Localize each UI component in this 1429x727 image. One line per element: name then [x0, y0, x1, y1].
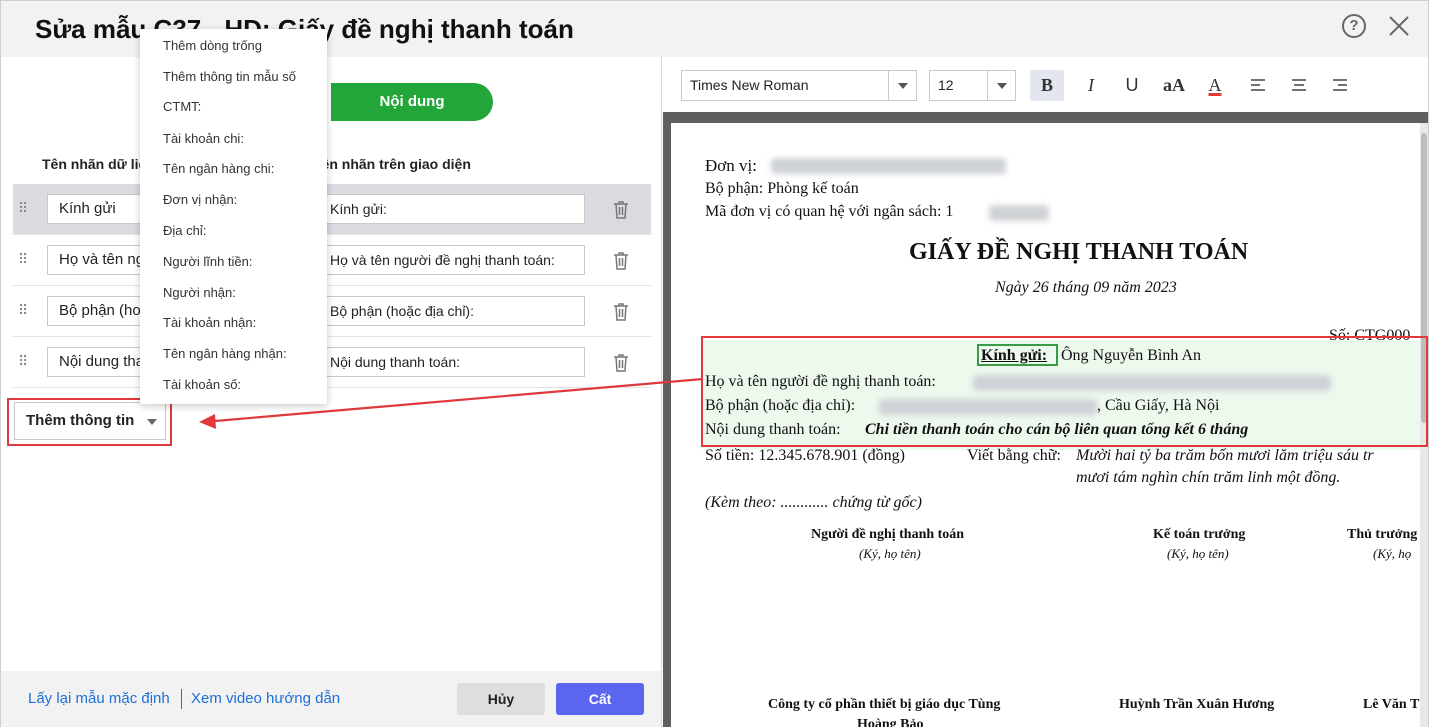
text-case-button[interactable]: aA: [1157, 70, 1191, 101]
trash-icon[interactable]: [612, 302, 630, 322]
menu-item[interactable]: Tài khoản nhận:: [163, 315, 256, 330]
ui-label-field[interactable]: Nội dung thanh toán:: [319, 347, 585, 377]
amount-words-label: Viết bằng chữ:: [967, 447, 1061, 464]
font-size-select[interactable]: 12: [929, 70, 1016, 101]
align-right-icon[interactable]: [1323, 70, 1357, 101]
menu-item[interactable]: Địa chỉ:: [163, 223, 206, 238]
drag-handle-icon[interactable]: ⠿: [18, 252, 30, 266]
video-guide-link[interactable]: Xem video hướng dẫn: [191, 690, 340, 707]
footer: Lấy lại mẫu mặc định Xem video hướng dẫn…: [1, 671, 661, 727]
tab-content[interactable]: Nội dung: [331, 83, 493, 121]
save-button[interactable]: Cất: [556, 683, 644, 715]
underline-button[interactable]: U: [1115, 70, 1149, 101]
italic-button[interactable]: I: [1074, 70, 1108, 101]
signature-title: Kế toán trưởng: [1153, 527, 1246, 542]
menu-item[interactable]: Tài khoản số:: [163, 377, 241, 392]
drag-handle-icon[interactable]: ⠿: [18, 303, 30, 317]
column-header-ui-label: Tên nhãn trên giao diện: [313, 156, 471, 172]
left-panel: Nội dung Tên nhãn dữ liệu Tên nhãn trên …: [1, 57, 662, 727]
amount-words-value: Mười hai tỷ ba trăm bốn mươi lăm triệu s…: [1076, 447, 1374, 464]
table-row[interactable]: ⠿ Nội dung thanh toán Nội dung thanh toá…: [13, 337, 651, 388]
signature-sub: (Ký, họ tên): [1167, 546, 1229, 561]
chevron-down-icon: [987, 71, 1015, 100]
signer-name: Huỳnh Trần Xuân Hương: [1119, 697, 1275, 712]
menu-item[interactable]: Thêm thông tin mẫu số: [163, 69, 296, 84]
unit-label: Đơn vị:: [705, 156, 757, 175]
align-center-icon[interactable]: [1282, 70, 1316, 101]
highlight-box: [7, 398, 172, 446]
align-left-icon[interactable]: [1241, 70, 1275, 101]
ui-label-field[interactable]: Họ và tên người đề nghị thanh toán:: [319, 245, 585, 275]
text-color-button[interactable]: A: [1198, 70, 1232, 101]
amount-line: Số tiền: 12.345.678.901 (đồng): [705, 447, 905, 464]
menu-item[interactable]: Người nhận:: [163, 285, 236, 300]
menu-item[interactable]: Tài khoản chi:: [163, 131, 244, 146]
bold-button[interactable]: B: [1030, 70, 1064, 101]
signer-name: Công ty cổ phần thiết bị giáo dục Tùng: [768, 697, 1001, 712]
drag-handle-icon[interactable]: ⠿: [18, 201, 30, 215]
footer-separator: [181, 689, 182, 709]
signer-name: Lê Văn T: [1363, 697, 1420, 712]
signature-title: Thủ trưởng: [1347, 527, 1418, 542]
editor-toolbar: Times New Roman 12 B I U aA A: [663, 57, 1428, 112]
help-icon[interactable]: ?: [1342, 14, 1366, 38]
font-family-value: Times New Roman: [690, 77, 809, 93]
signer-name-2: Hoàng Bảo: [857, 717, 924, 727]
attached-docs: (Kèm theo: ............ chứng từ gốc): [705, 494, 922, 511]
add-info-menu: Thêm dòng trống Thêm thông tin mẫu số CT…: [140, 29, 327, 404]
document-title: GIẤY ĐỀ NGHỊ THANH TOÁN: [909, 239, 1249, 265]
budget-code-line: Mã đơn vị có quan hệ với ngân sách: 1: [705, 203, 954, 220]
trash-icon[interactable]: [612, 200, 630, 220]
menu-item[interactable]: Thêm dòng trống: [163, 38, 262, 53]
menu-item[interactable]: Tên ngân hàng chi:: [163, 161, 274, 176]
chevron-down-icon: [888, 71, 916, 100]
ui-label-field[interactable]: Bộ phận (hoặc địa chỉ):: [319, 296, 585, 326]
highlight-box: [701, 336, 1428, 447]
cancel-button[interactable]: Hủy: [457, 683, 545, 715]
menu-item[interactable]: CTMT:: [163, 99, 201, 114]
signature-sub: (Ký, họ: [1373, 546, 1412, 561]
trash-icon[interactable]: [612, 353, 630, 373]
signature-title: Người đề nghị thanh toán: [811, 527, 965, 542]
column-header-data-label: Tên nhãn dữ liệu: [42, 156, 155, 172]
department-line: Bộ phận: Phòng kế toán: [705, 180, 859, 197]
table-row[interactable]: ⠿ Bộ phận (hoặc địa chỉ) Bộ phận (hoặc đ…: [13, 286, 651, 337]
table-row[interactable]: ⠿ Họ và tên người đề nghị thanh toán Họ …: [13, 235, 651, 286]
trash-icon[interactable]: [612, 251, 630, 271]
ui-label-field[interactable]: Kính gửi:: [319, 194, 585, 224]
menu-item[interactable]: Tên ngân hàng nhận:: [163, 346, 287, 361]
redacted-text: [989, 205, 1049, 221]
document-date: Ngày 26 tháng 09 năm 2023: [995, 279, 1177, 296]
signature-sub: (Ký, họ tên): [859, 546, 921, 561]
drag-handle-icon[interactable]: ⠿: [18, 354, 30, 368]
table-row[interactable]: ⠿ Kính gửi Kính gửi:: [13, 184, 651, 235]
close-icon[interactable]: [1386, 13, 1412, 39]
menu-item[interactable]: Đơn vị nhận:: [163, 192, 237, 207]
amount-words-value-2: mươi tám nghìn chín trăm linh một đồng.: [1076, 469, 1341, 486]
menu-item[interactable]: Người lĩnh tiền:: [163, 254, 253, 269]
redacted-text: [771, 158, 1006, 174]
font-family-select[interactable]: Times New Roman: [681, 70, 917, 101]
reset-default-link[interactable]: Lấy lại mẫu mặc định: [28, 690, 170, 707]
edit-template-dialog: Sửa mẫu C37 - HD: Giấy đề nghị thanh toá…: [0, 0, 1429, 727]
font-size-value: 12: [938, 77, 954, 93]
